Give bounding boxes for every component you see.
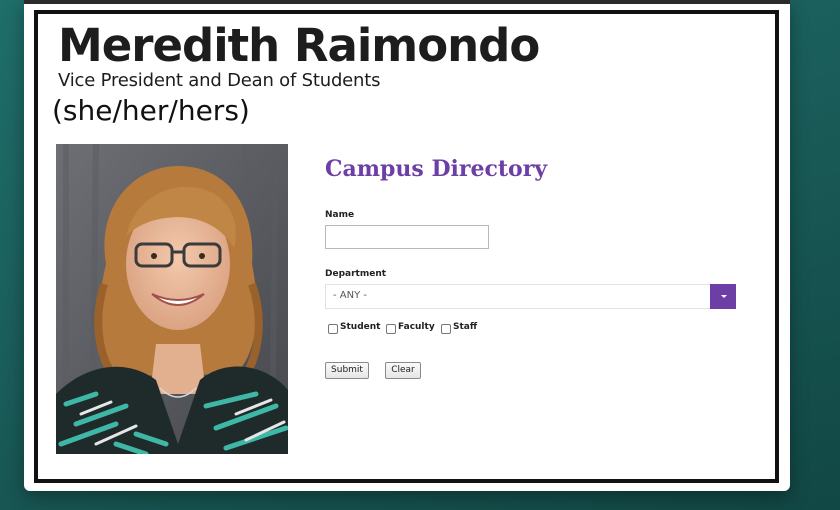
checkbox-label: Staff [453, 322, 478, 332]
profile-photo [56, 144, 288, 454]
content-frame: Meredith Raimondo Vice President and Dea… [34, 10, 779, 483]
department-dropdown-button[interactable] [710, 284, 736, 309]
chevron-down-icon [721, 295, 727, 298]
checkbox-label: Faculty [398, 322, 435, 332]
name-input[interactable] [325, 225, 489, 249]
department-selected-value: - ANY - [333, 290, 368, 301]
directory-heading: Campus Directory [325, 156, 548, 182]
name-label: Name [325, 210, 355, 220]
person-title: Vice President and Dean of Students [58, 70, 381, 91]
slide-card: Meredith Raimondo Vice President and Dea… [24, 0, 790, 491]
department-label: Department [325, 269, 387, 279]
checkbox-box[interactable] [386, 324, 396, 334]
top-divider [24, 0, 790, 4]
checkbox-box[interactable] [441, 324, 451, 334]
clear-button[interactable]: Clear [385, 362, 421, 379]
submit-button[interactable]: Submit [325, 362, 369, 379]
checkbox-box[interactable] [328, 324, 338, 334]
person-name: Meredith Raimondo [58, 19, 540, 72]
department-select[interactable]: - ANY - [325, 284, 736, 309]
checkbox-label: Student [340, 322, 381, 332]
person-pronouns: (she/her/hers) [52, 94, 250, 127]
